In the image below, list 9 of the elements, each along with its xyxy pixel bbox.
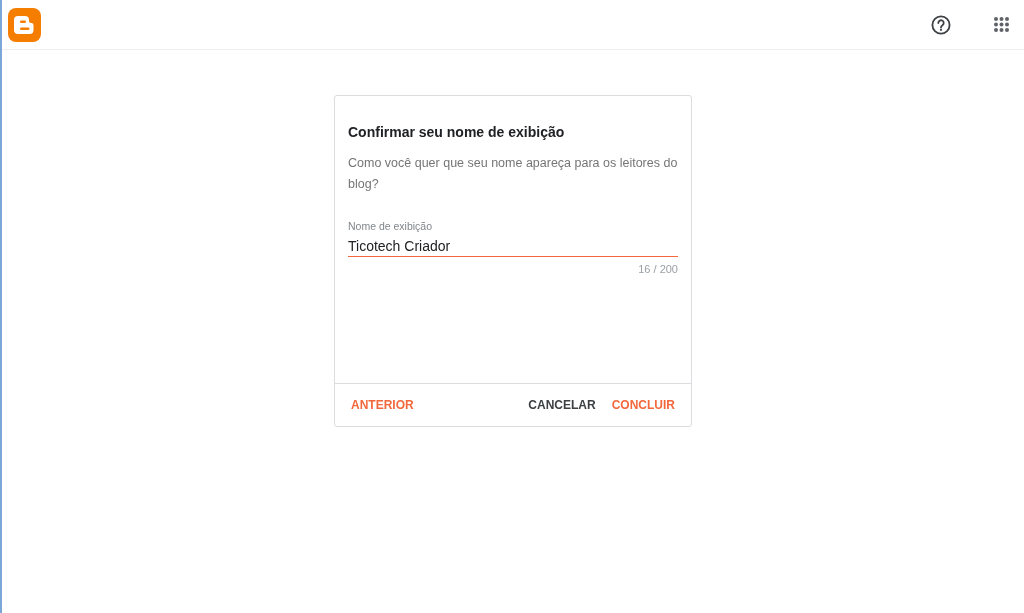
name-input-field[interactable]: Ticotech Criador (348, 236, 678, 257)
field-label: Nome de exibição (348, 219, 434, 233)
blog-logo-icon[interactable] (8, 7, 41, 42)
help-icon[interactable] (931, 14, 951, 35)
dialog-description: Como você quer que seu nome apareça para os leitores do blog? (348, 155, 678, 193)
dialog-title: Confirmar seu nome de exibição (348, 123, 566, 142)
text-button[interactable]: CANCELAR (520, 391, 604, 419)
apps-grid-icon[interactable] (994, 17, 1009, 32)
character-counter: 16 / 200 (638, 262, 678, 276)
